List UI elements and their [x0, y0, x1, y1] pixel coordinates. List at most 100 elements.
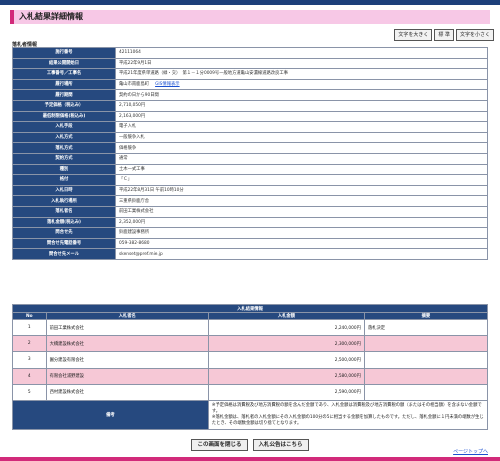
info-row-value: 「Ｃ」: [115, 174, 488, 186]
font-standard-button[interactable]: 標 準: [434, 29, 454, 41]
info-row-value: 2,710,050円: [115, 99, 488, 112]
info-row-value-text: 「Ｃ」: [119, 177, 132, 183]
info-row: 契約方式 通常: [12, 152, 488, 165]
results-row: 4 有限会社浦野建設 2,580,000円: [12, 367, 489, 385]
bid-results-table: 入札結果情報 No 入札者名 入札金額 摘要 1 前田工業株式会社 2,240,000円 落札決…: [12, 304, 489, 430]
results-row: 1 前田工業株式会社 2,240,000円 落札決定: [12, 318, 489, 337]
info-row-value-text: 一般競争入札: [119, 135, 145, 141]
results-cell-name: 西村建設株式会社: [45, 383, 209, 401]
info-row-value: 価格競争: [115, 142, 488, 154]
info-row-label: 問合せ先メール: [12, 248, 116, 260]
info-row-value: 亀山市南鹿島町 GIS情報表示: [115, 78, 488, 91]
info-row-value-text: skenset@pref.mie.jp: [119, 251, 163, 257]
info-row: 履行場所 亀山市南鹿島町 GIS情報表示: [12, 78, 488, 91]
info-row-label: 工事番号／工事名: [12, 68, 116, 80]
info-row-label: 落札者名: [12, 205, 116, 218]
info-row-value-text: 平成21年度県単道路（緑・交） 第１－１分0009号一般地方道亀山安濃線道路改良…: [119, 71, 288, 77]
info-row-label: 契約方式: [12, 152, 116, 165]
info-row-value-text: 価格競争: [119, 145, 137, 151]
info-row-value-text: 亀山市南鹿島町: [119, 82, 150, 88]
info-row: 落札者名 前田工業株式会社: [12, 205, 488, 218]
results-cell-name: 有限会社浦野建設: [45, 367, 209, 385]
info-row: 入札執行場所 三重県鈴鹿庁舎: [12, 195, 488, 207]
page-top-link[interactable]: ページトップへ: [453, 448, 488, 455]
results-cell-no: 5: [12, 383, 47, 401]
info-row: 落札金額(税込み) 2,352,000円: [12, 216, 488, 229]
info-row-value: 契約の日から90日間: [115, 89, 488, 101]
info-row-label: 入札方式: [12, 131, 116, 144]
info-row-value: 2,352,000円: [115, 216, 488, 229]
info-row-label: 入札執行場所: [12, 195, 116, 207]
info-row: 問合せ先 鈴鹿建設事務所: [12, 227, 488, 239]
info-row-label: 結果公開開始日: [12, 57, 116, 70]
info-row-label: 落札金額(税込み): [12, 216, 116, 229]
results-cell-amount: 2,580,000円: [207, 367, 365, 385]
results-header-cell: No: [12, 312, 47, 320]
results-header-cell: 摘要: [363, 312, 489, 320]
font-smaller-button[interactable]: 文字を小さく: [455, 29, 494, 41]
info-row: 入札日時 平成22年8月31日 午前10時10分: [12, 184, 488, 197]
results-cell-no: 2: [12, 335, 47, 353]
info-row: 結果公開開始日 平成22年9月1日: [12, 57, 488, 70]
info-row-value: 前田工業株式会社: [115, 205, 488, 218]
results-cell-no: 3: [12, 351, 47, 369]
results-cell-note: [363, 367, 489, 385]
results-cell-name: 前田工業株式会社: [45, 318, 209, 337]
info-row-label: 格付: [12, 174, 116, 186]
info-row-value: 平成21年度県単道路（緑・交） 第１－１分0009号一般地方道亀山安濃線道路改良…: [115, 68, 488, 80]
info-row: 問合せ先電話番号 059-382-8680: [12, 237, 488, 250]
info-row: 落札方式 価格競争: [12, 142, 488, 154]
info-row-value-text: 059-382-8680: [119, 240, 150, 246]
font-size-controls: 文字を大きく 標 準 文字を小さく: [394, 29, 494, 41]
info-row-label: 予定価格（税込み）: [12, 99, 116, 112]
info-row-value-text: 2,710,050円: [119, 103, 146, 109]
results-cell-note: [363, 351, 489, 369]
results-row: 3 園分建設有限会社 2,500,000円: [12, 351, 489, 369]
results-cell-note: [363, 335, 489, 353]
bottom-button-bar: この画面を閉じる 入札公告はこちら: [0, 439, 500, 451]
results-cell-no: 4: [12, 367, 47, 385]
info-row-value-text: 平成22年8月31日 午前10時10分: [119, 188, 184, 194]
results-cell-name: 園分建設有限会社: [45, 351, 209, 369]
results-note-text: ※予定価格は消費税及び地方消費税の額を含んだ金額であり、入札金額は消費税及び地方…: [207, 399, 489, 430]
info-row: 格付 「Ｃ」: [12, 174, 488, 186]
info-row-value: 平成22年8月31日 午前10時10分: [115, 184, 488, 197]
results-cell-no: 1: [12, 318, 47, 337]
info-row-value: 平成22年9月1日: [115, 57, 488, 70]
info-row: 問合せ先メール skenset@pref.mie.jp: [12, 248, 488, 260]
info-row-label: 履行期間: [12, 89, 116, 101]
info-row-label: 問合せ先電話番号: [12, 237, 116, 250]
info-row-value: 42111064: [115, 47, 488, 59]
info-row-value-text: 通常: [119, 156, 128, 162]
info-row-value: skenset@pref.mie.jp: [115, 248, 488, 260]
font-larger-button[interactable]: 文字を大きく: [394, 29, 433, 41]
info-row: 最低制限価格(税込み) 2,163,000円: [12, 110, 488, 123]
results-cell-amount: 2,590,000円: [207, 383, 365, 401]
info-row-value-text: 三重県鈴鹿庁舎: [119, 198, 150, 204]
info-row: 種別 土木一式工事: [12, 163, 488, 176]
close-window-button[interactable]: この画面を閉じる: [191, 439, 248, 451]
info-row-value-text: 電子入札: [119, 124, 137, 130]
info-row-label: 種別: [12, 163, 116, 176]
info-row-value-text: 2,352,000円: [119, 219, 146, 225]
winner-info-table: 施行番号 42111064 結果公開開始日 平成22年9月1日 工事番号／工事名 平成21…: [12, 47, 488, 260]
info-row: 入札方式 一般競争入札: [12, 131, 488, 144]
info-row: 工事番号／工事名 平成21年度県単道路（緑・交） 第１－１分0009号一般地方道亀…: [12, 68, 488, 80]
info-row: 施行番号 42111064: [12, 47, 488, 59]
info-row-label: 施行番号: [12, 47, 116, 59]
bottom-accent-bar: [0, 457, 500, 461]
info-row-label: 履行場所: [12, 78, 116, 91]
info-row: 履行期間 契約の日から90日間: [12, 89, 488, 101]
results-row: 5 西村建設株式会社 2,590,000円: [12, 383, 489, 401]
info-row-label: 落札方式: [12, 142, 116, 154]
results-caption: 入札結果情報: [12, 304, 488, 313]
info-row-value: 通常: [115, 152, 488, 165]
results-cell-amount: 2,240,000円: [207, 318, 365, 337]
bid-notice-button[interactable]: 入札公告はこちら: [252, 439, 309, 451]
results-cell-name: 大橋建設株式会社: [45, 335, 209, 353]
gis-info-link[interactable]: GIS情報表示: [155, 82, 180, 87]
info-row-value: 三重県鈴鹿庁舎: [115, 195, 488, 207]
info-row-value-text: 2,163,000円: [119, 113, 146, 119]
info-row-value-text: 契約の日から90日間: [119, 92, 159, 98]
top-accent-bar: [0, 0, 500, 5]
